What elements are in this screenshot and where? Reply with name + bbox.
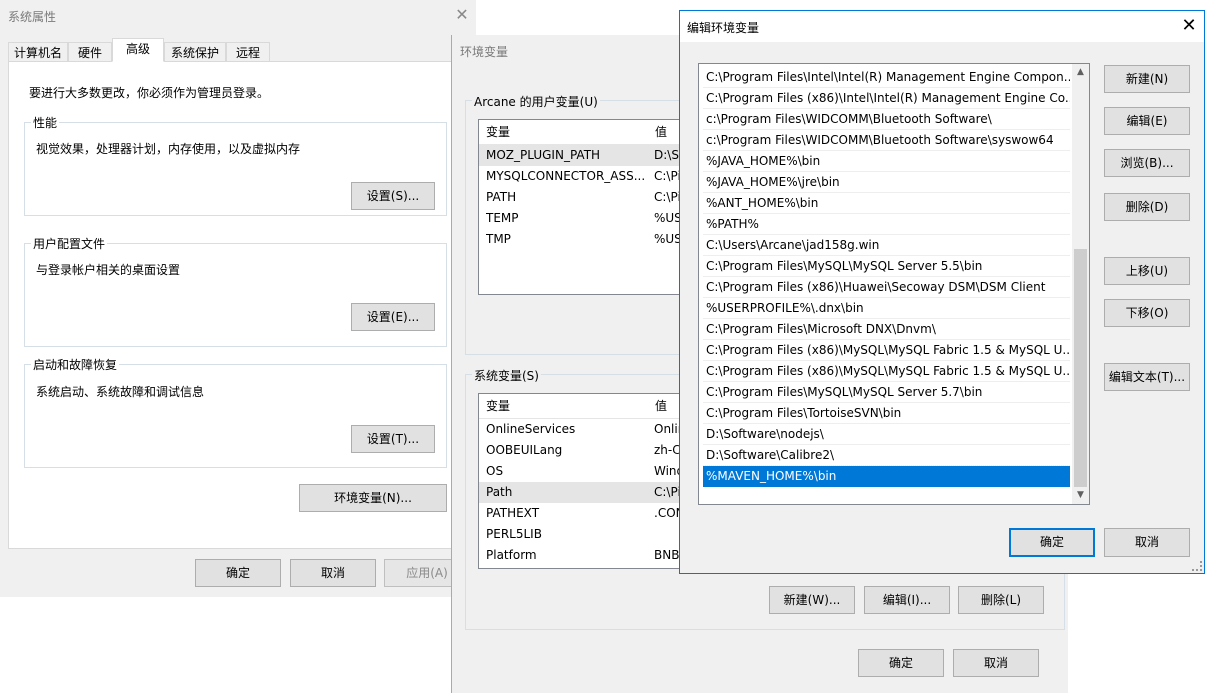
list-item[interactable]: MOZ_PLUGIN_PATH D:\S	[479, 145, 697, 166]
admin-note: 要进行大多数更改，你必须作为管理员登录。	[29, 86, 270, 100]
scroll-down-arrow-icon[interactable]: ▼	[1072, 487, 1089, 504]
edit-text-button[interactable]: 编辑文本(T)...	[1104, 363, 1190, 391]
list-item[interactable]: PERL5LIB	[479, 524, 697, 545]
variable-name: OOBEUILang	[486, 443, 563, 457]
cancel-button[interactable]: 取消	[1104, 528, 1190, 557]
startup-recovery-settings-button[interactable]: 设置(T)...	[351, 425, 435, 453]
path-entry[interactable]: %ANT_HOME%\bin	[703, 193, 1070, 214]
browse-button[interactable]: 浏览(B)...	[1104, 149, 1190, 177]
tab-system-protection[interactable]: 系统保护	[164, 42, 226, 62]
variable-name: MYSQLCONNECTOR_ASS...	[486, 169, 644, 183]
delete-system-variable-button[interactable]: 删除(L)	[958, 586, 1044, 614]
move-up-button[interactable]: 上移(U)	[1104, 257, 1190, 285]
path-entries-list[interactable]: C:\Program Files\Intel\Intel(R) Manageme…	[698, 63, 1090, 505]
edit-entry-button[interactable]: 编辑(E)	[1104, 107, 1190, 135]
list-item[interactable]: Platform BNB	[479, 545, 697, 566]
column-header-variable[interactable]: 变量	[479, 394, 655, 419]
scrollbar-thumb[interactable]	[1074, 249, 1087, 487]
variable-name: PERL5LIB	[486, 527, 542, 541]
cancel-button[interactable]: 取消	[290, 559, 376, 587]
user-profiles-desc: 与登录帐户相关的桌面设置	[36, 263, 181, 277]
new-system-variable-button[interactable]: 新建(W)...	[769, 586, 855, 614]
scrollbar[interactable]: ▲ ▼	[1072, 64, 1089, 504]
variable-name: TEMP	[486, 211, 519, 225]
system-variables-list[interactable]: 变量 值 OnlineServices Onlin OOBEUILang zh-C OS…	[478, 393, 698, 569]
path-entry[interactable]: C:\Program Files\Intel\Intel(R) Manageme…	[703, 67, 1070, 88]
performance-label: 性能	[31, 114, 60, 131]
tab-advanced[interactable]: 高级	[112, 38, 164, 62]
path-entry[interactable]: D:\Software\Calibre2\	[703, 445, 1070, 466]
tab-remote[interactable]: 远程	[226, 42, 270, 62]
system-variables-label: 系统变量(S)	[472, 367, 541, 384]
list-item[interactable]: TMP %US	[479, 229, 697, 250]
path-entry[interactable]: %JAVA_HOME%\bin	[703, 151, 1070, 172]
advanced-tab-panel: 要进行大多数更改，你必须作为管理员登录。 性能 视觉效果，处理器计划，内存使用，…	[8, 61, 462, 549]
performance-settings-button[interactable]: 设置(S)...	[351, 182, 435, 210]
path-entry[interactable]: %USERPROFILE%\.dnx\bin	[703, 298, 1070, 319]
dialog-title: 编辑环境变量	[687, 21, 760, 35]
dialog-title: 环境变量	[460, 45, 509, 59]
list-item[interactable]: Path C:\Pi	[479, 482, 697, 503]
variable-name: Platform	[486, 548, 537, 562]
list-item[interactable]: TEMP %US	[479, 208, 697, 229]
user-profiles-group	[24, 243, 447, 347]
path-entry[interactable]: c:\Program Files\WIDCOMM\Bluetooth Softw…	[703, 109, 1070, 130]
ok-button[interactable]: 确定	[195, 559, 281, 587]
path-entry[interactable]: C:\Program Files (x86)\Intel\Intel(R) Ma…	[703, 88, 1070, 109]
performance-desc: 视觉效果，处理器计划，内存使用，以及虚拟内存	[36, 142, 301, 156]
variable-name: TMP	[486, 232, 511, 246]
path-entry[interactable]: %PATH%	[703, 214, 1070, 235]
variable-name: PATH	[486, 190, 517, 204]
ok-button[interactable]: 确定	[1009, 528, 1095, 557]
resize-grip-icon[interactable]	[1192, 561, 1202, 571]
path-entry[interactable]: %MAVEN_HOME%\bin	[702, 465, 1071, 488]
list-item[interactable]: PATH C:\Pi	[479, 187, 697, 208]
path-entry[interactable]: D:\Software\nodejs\	[703, 424, 1070, 445]
variable-name: Path	[486, 485, 513, 499]
startup-recovery-desc: 系统启动、系统故障和调试信息	[36, 385, 205, 399]
user-variables-list[interactable]: 变量 值 MOZ_PLUGIN_PATH D:\S MYSQLCONNECTOR_A…	[478, 119, 698, 295]
dialog-title: 系统属性	[8, 10, 57, 24]
path-entry[interactable]: C:\Program Files (x86)\MySQL\MySQL Fabri…	[703, 361, 1070, 382]
scroll-up-arrow-icon[interactable]: ▲	[1072, 64, 1089, 81]
cancel-button[interactable]: 取消	[953, 649, 1039, 677]
variable-name: OS	[486, 464, 504, 478]
user-variables-label: Arcane 的用户变量(U)	[472, 93, 600, 110]
user-profiles-settings-button[interactable]: 设置(E)...	[351, 303, 435, 331]
list-item[interactable]: PATHEXT .CON	[479, 503, 697, 524]
tab-computer-name[interactable]: 计算机名	[8, 42, 68, 62]
edit-environment-variable-dialog: 编辑环境变量 ✕ C:\Program Files\Intel\Intel(R)…	[679, 10, 1205, 574]
path-entry[interactable]: c:\Program Files\WIDCOMM\Bluetooth Softw…	[703, 130, 1070, 151]
list-item[interactable]: OS Wind	[479, 461, 697, 482]
environment-variables-button[interactable]: 环境变量(N)...	[299, 484, 447, 512]
edit-system-variable-button[interactable]: 编辑(I)...	[864, 586, 950, 614]
path-entry[interactable]: C:\Program Files\MySQL\MySQL Server 5.7\…	[703, 382, 1070, 403]
list-item[interactable]: OOBEUILang zh-C	[479, 440, 697, 461]
path-entry[interactable]: C:\Program Files\MySQL\MySQL Server 5.5\…	[703, 256, 1070, 277]
move-down-button[interactable]: 下移(O)	[1104, 299, 1190, 327]
path-entry[interactable]: C:\Program Files (x86)\MySQL\MySQL Fabri…	[703, 340, 1070, 361]
variable-name: MOZ_PLUGIN_PATH	[486, 148, 601, 162]
close-icon[interactable]: ✕	[1179, 16, 1199, 36]
path-entry[interactable]: C:\Users\Arcane\jad158g.win	[703, 235, 1070, 256]
column-header-variable[interactable]: 变量	[479, 120, 655, 145]
ok-button[interactable]: 确定	[858, 649, 944, 677]
list-item[interactable]: OnlineServices Onlin	[479, 419, 697, 440]
system-properties-dialog: 系统属性 ✕ 计算机名 硬件 高级 系统保护 远程 要进行大多数更改，你必须作为…	[0, 0, 476, 597]
user-profiles-label: 用户配置文件	[31, 235, 108, 252]
list-item[interactable]: MYSQLCONNECTOR_ASS... C:\Pi	[479, 166, 697, 187]
tab-hardware[interactable]: 硬件	[68, 42, 112, 62]
startup-recovery-label: 启动和故障恢复	[31, 356, 120, 373]
variable-name: PATHEXT	[486, 506, 540, 520]
variable-name: OnlineServices	[486, 422, 576, 436]
path-entry[interactable]: C:\Program Files\TortoiseSVN\bin	[703, 403, 1070, 424]
path-entry[interactable]: C:\Program Files (x86)\Huawei\Secoway DS…	[703, 277, 1070, 298]
delete-entry-button[interactable]: 删除(D)	[1104, 193, 1190, 221]
path-entry[interactable]: C:\Program Files\Microsoft DNX\Dnvm\	[703, 319, 1070, 340]
new-entry-button[interactable]: 新建(N)	[1104, 65, 1190, 93]
close-icon[interactable]: ✕	[452, 5, 472, 25]
path-entry[interactable]: %JAVA_HOME%\jre\bin	[703, 172, 1070, 193]
